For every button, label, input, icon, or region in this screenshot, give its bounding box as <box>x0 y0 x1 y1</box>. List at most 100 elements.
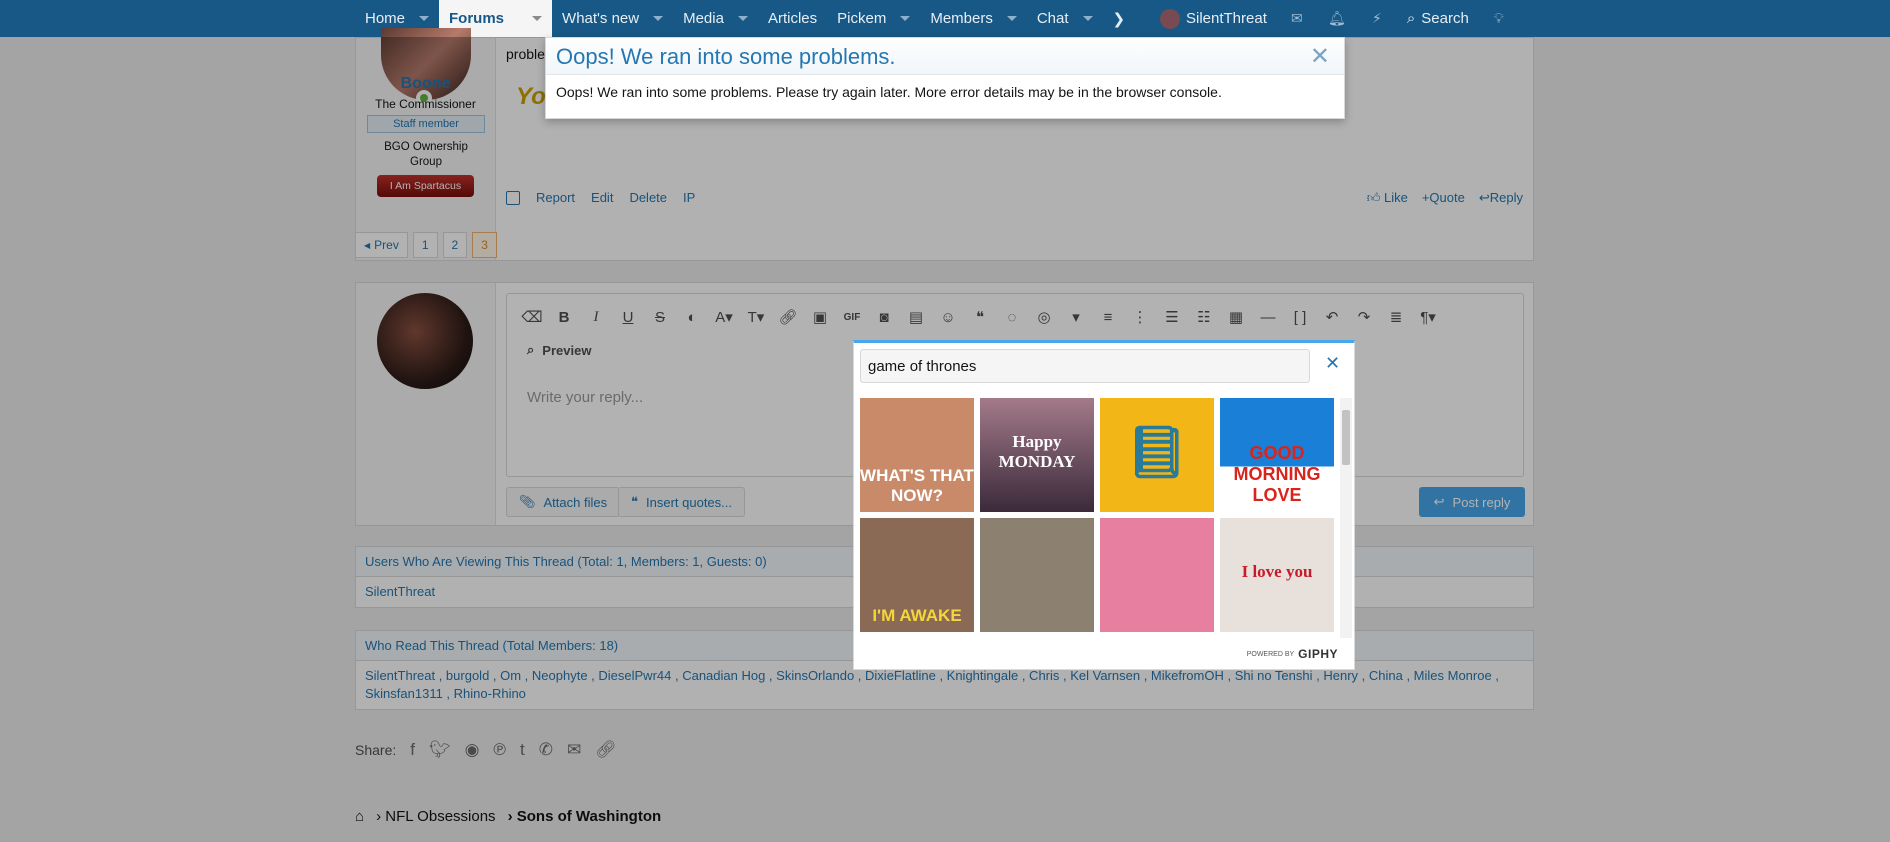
lightbulb-icon[interactable]: 💡︎ <box>1479 0 1519 37</box>
camera-icon[interactable]: ◙ <box>873 306 895 328</box>
nav-item-whats-new[interactable]: What's new <box>552 0 673 37</box>
table-icon[interactable]: ▦ <box>1225 306 1247 328</box>
ip-link[interactable]: IP <box>683 190 695 205</box>
reply-input[interactable]: Write your reply... <box>527 389 643 406</box>
select-checkbox[interactable] <box>506 190 520 205</box>
align-icon[interactable]: ≡ <box>1097 306 1119 328</box>
scrollbar-thumb[interactable] <box>1342 410 1350 465</box>
underline-icon[interactable]: U <box>617 306 639 328</box>
close-icon[interactable]: ✕ <box>1310 42 1330 71</box>
spoiler-icon[interactable]: ◌ <box>1001 306 1023 328</box>
page-link-current[interactable]: 3 <box>472 232 497 258</box>
email-icon[interactable]: ✉ <box>567 740 581 760</box>
post-author[interactable]: Boone <box>356 75 495 93</box>
eraser-icon[interactable]: ⌫ <box>521 306 543 328</box>
gif-result[interactable]: I love you <box>1220 518 1334 632</box>
twitter-icon[interactable]: 🐦︎ <box>429 740 451 760</box>
nav-item-articles[interactable]: Articles <box>758 0 827 37</box>
attach-files-button[interactable]: 📎︎ Attach files <box>506 487 621 517</box>
chevron-down-icon[interactable] <box>900 16 911 21</box>
gif-result[interactable]: GOOD MORNING LOVE <box>1220 398 1334 512</box>
chevron-down-icon[interactable] <box>653 16 664 21</box>
avatar[interactable] <box>377 293 473 389</box>
chevron-down-icon[interactable] <box>1006 16 1017 21</box>
nav-item-members[interactable]: Members <box>920 0 1027 37</box>
font-size-icon[interactable]: T▾ <box>745 306 767 328</box>
quote-button[interactable]: +Quote <box>1422 190 1465 206</box>
code-icon[interactable]: [ ] <box>1289 306 1311 328</box>
gif-result[interactable]: I'M AWAKE <box>860 518 974 632</box>
palette-icon[interactable]: ◐ <box>681 306 703 328</box>
attach-label: Attach files <box>543 494 608 510</box>
delete-link[interactable]: Delete <box>629 190 667 205</box>
account-button[interactable]: SilentThreat <box>1150 0 1277 37</box>
gif-result[interactable] <box>1100 518 1214 632</box>
link-icon[interactable]: 🔗︎ <box>777 306 799 328</box>
post-reply-button[interactable]: ↩ Post reply <box>1419 487 1525 517</box>
pinterest-icon[interactable]: ℗ <box>493 740 506 760</box>
gif-caption: I'M AWAKE <box>872 606 962 625</box>
reply-button[interactable]: ↩Reply <box>1479 190 1523 206</box>
inbox-icon[interactable]: ✉ <box>1277 0 1317 37</box>
horizontal-rule-icon[interactable]: — <box>1257 306 1279 328</box>
report-link[interactable]: Report <box>536 190 575 205</box>
close-icon[interactable]: ✕ <box>1325 353 1340 374</box>
insert-quotes-button[interactable]: ❝ Insert quotes... <box>618 487 745 517</box>
inline-spoiler-icon[interactable]: ◎ <box>1033 306 1055 328</box>
gif-result[interactable]: WHAT'S THAT NOW? <box>860 398 974 512</box>
facebook-icon[interactable]: f <box>410 740 415 760</box>
gif-icon[interactable]: GIF <box>841 306 863 328</box>
chevron-down-icon[interactable] <box>1082 16 1093 21</box>
breadcrumb-item[interactable]: › Sons of Washington <box>508 808 662 825</box>
media-icon[interactable]: ▤ <box>905 306 927 328</box>
edit-link[interactable]: Edit <box>591 190 613 205</box>
prev-page-button[interactable]: ◀ Prev <box>355 232 408 258</box>
nav-item-pickem[interactable]: Pickem <box>827 0 920 37</box>
giphy-scrollbar[interactable] <box>1340 398 1352 638</box>
insert-icon[interactable]: ▾ <box>1065 306 1087 328</box>
page-link[interactable]: 2 <box>442 232 468 258</box>
redo-icon[interactable]: ↷ <box>1353 306 1375 328</box>
paragraph-icon[interactable]: ¶▾ <box>1417 306 1439 328</box>
error-dialog-message: Oops! We ran into some problems. Please … <box>556 84 1222 100</box>
font-family-icon[interactable]: A▾ <box>713 306 735 328</box>
lightning-icon[interactable]: ⚡︎ <box>1357 0 1397 37</box>
breadcrumb-item[interactable]: › NFL Obsessions <box>376 808 496 825</box>
bullet-list-icon[interactable]: ☷ <box>1193 306 1215 328</box>
more-icon[interactable]: ⋮ <box>1129 306 1151 328</box>
bold-icon[interactable]: B <box>553 306 575 328</box>
quote-icon[interactable]: ❝ <box>969 306 991 328</box>
smiley-icon[interactable]: ☺ <box>937 306 959 328</box>
chevron-down-icon[interactable] <box>737 16 748 21</box>
reddit-icon[interactable]: ◉ <box>465 740 480 760</box>
page-link[interactable]: 1 <box>412 232 438 258</box>
image-icon[interactable]: ▣ <box>809 306 831 328</box>
user-group: BGO Ownership Group <box>384 141 468 168</box>
gif-result[interactable]: 📘︎ <box>1100 398 1214 512</box>
whatsapp-icon[interactable]: ✆ <box>539 740 553 760</box>
giphy-search-input[interactable] <box>860 349 1310 383</box>
search-button[interactable]: ⌕ Search <box>1397 0 1479 37</box>
bell-icon[interactable]: 🔔︎ <box>1317 0 1357 37</box>
gif-result[interactable]: Happy MONDAY <box>980 398 1094 512</box>
italic-icon[interactable]: I <box>585 306 607 328</box>
nav-more-button[interactable]: ❯ <box>1103 0 1136 37</box>
nav-item-media[interactable]: Media <box>673 0 758 37</box>
nav-label: Home <box>365 10 406 27</box>
gif-result[interactable] <box>980 518 1094 632</box>
preview-button[interactable]: ⌕ Preview <box>527 342 591 358</box>
ordered-list-icon[interactable]: ☰ <box>1161 306 1183 328</box>
chevron-down-icon[interactable] <box>419 16 430 21</box>
toggle-bbcode-icon[interactable]: ≣ <box>1385 306 1407 328</box>
chevron-down-icon[interactable] <box>532 16 543 21</box>
search-icon: ⌕ <box>1406 10 1416 27</box>
like-label: Like <box>1383 190 1408 205</box>
like-button[interactable]: 👍︎ Like <box>1367 190 1408 206</box>
strikethrough-icon[interactable]: S <box>649 306 671 328</box>
link-icon[interactable]: 🔗︎ <box>595 740 617 760</box>
tumblr-icon[interactable]: t <box>520 740 525 760</box>
read-by-line[interactable]: Skinsfan1311 , Rhino-Rhino <box>365 685 1524 703</box>
home-icon[interactable]: ⌂ <box>355 808 364 825</box>
undo-icon[interactable]: ↶ <box>1321 306 1343 328</box>
nav-item-chat[interactable]: Chat <box>1027 0 1103 37</box>
